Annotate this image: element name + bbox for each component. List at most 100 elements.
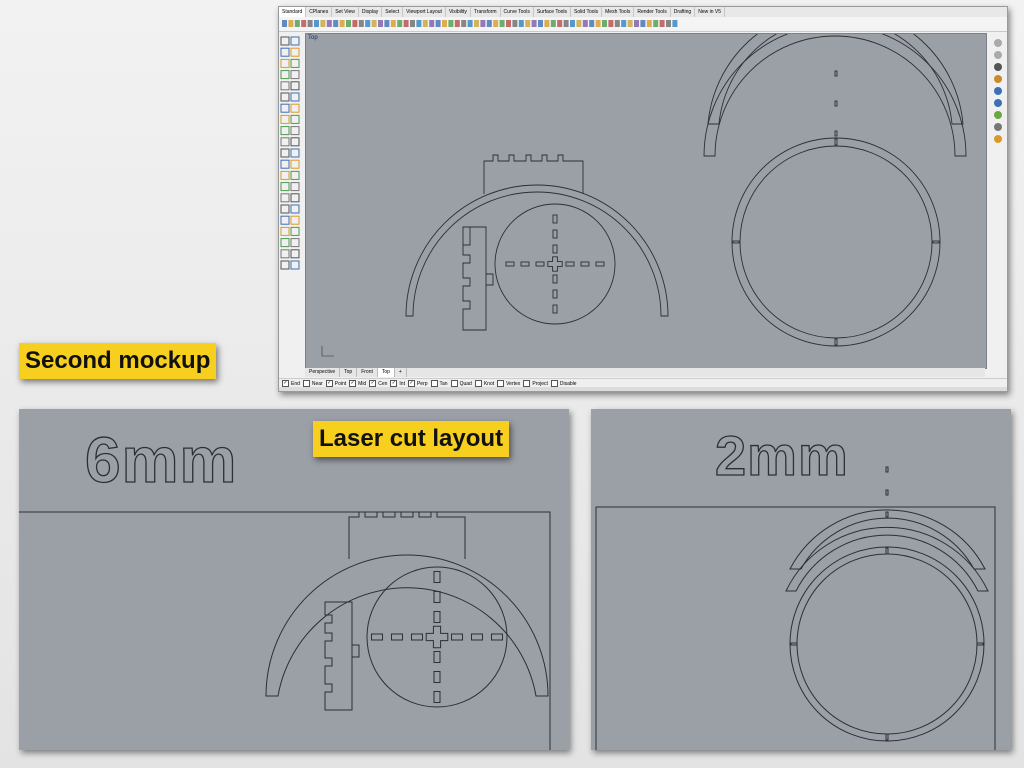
toolbar-tool-icon[interactable] (538, 20, 543, 27)
tab-top[interactable]: Top (340, 368, 358, 377)
toolbar-tool-icon[interactable] (640, 20, 646, 27)
left-tool-icon[interactable] (280, 159, 290, 169)
left-tool-icon[interactable] (280, 193, 290, 203)
left-tool-icon[interactable] (280, 204, 290, 214)
left-tool-icon[interactable] (290, 215, 300, 225)
tab-display[interactable]: Display (359, 7, 383, 17)
osnap-near[interactable]: Near (302, 380, 323, 387)
toolbar-tool-icon[interactable] (301, 20, 307, 27)
toolbar-tool-icon[interactable] (602, 20, 607, 27)
toolbar-tool-icon[interactable] (454, 20, 460, 27)
left-tool-icon[interactable] (290, 193, 300, 203)
left-tool-icon[interactable] (290, 159, 300, 169)
toolbar-tool-icon[interactable] (294, 20, 300, 27)
toolbar-tool-icon[interactable] (557, 20, 563, 27)
left-tool-icon[interactable] (280, 182, 290, 192)
toolbar-tool-icon[interactable] (570, 20, 575, 27)
toolbar-tool-icon[interactable] (410, 20, 415, 27)
toolbar-tool-icon[interactable] (512, 20, 518, 27)
toolbar-tool-icon[interactable] (352, 20, 358, 27)
toolbar-tool-icon[interactable] (480, 20, 486, 27)
left-tool-icon[interactable] (290, 114, 300, 124)
osnap-checkbox[interactable]: ✓ (407, 380, 415, 387)
left-tool-icon[interactable] (290, 137, 300, 147)
toolbar-tool-icon[interactable] (634, 20, 639, 27)
osnap-checkbox[interactable] (550, 380, 558, 387)
osnap-quad[interactable]: Quad (450, 380, 472, 387)
right-tool-icon[interactable] (994, 123, 1002, 131)
tab-perspective[interactable]: Perspective (305, 368, 341, 377)
osnap-checkbox[interactable]: ✓ (369, 380, 377, 387)
toolbar-tool-icon[interactable] (448, 20, 454, 27)
tab-transform[interactable]: Transform (471, 7, 501, 17)
left-tool-icon[interactable] (290, 126, 300, 136)
toolbar-tool-icon[interactable] (467, 20, 473, 27)
toolbar-tool-icon[interactable] (659, 20, 665, 27)
tab-cplanes[interactable]: CPlanes (306, 7, 333, 17)
tab-standard[interactable]: Standard (279, 7, 307, 17)
right-tool-icon[interactable] (994, 63, 1002, 71)
osnap-end[interactable]: ✓ End (282, 380, 300, 387)
toolbar-tool-icon[interactable] (461, 20, 467, 27)
left-tool-icon[interactable] (290, 58, 300, 68)
left-tool-icon[interactable] (280, 260, 290, 270)
osnap-cen[interactable]: ✓ Cen (369, 380, 387, 387)
toolbar-tool-icon[interactable] (621, 20, 627, 27)
osnap-checkbox[interactable] (430, 380, 438, 387)
osnap-project[interactable]: Project (523, 380, 548, 387)
left-tool-icon[interactable] (280, 70, 290, 80)
osnap-tan[interactable]: Tan (430, 380, 448, 387)
left-tool-icon[interactable] (290, 238, 300, 248)
osnap-checkbox[interactable] (474, 380, 482, 387)
toolbar-tool-icon[interactable] (582, 20, 588, 27)
toolbar-tool-icon[interactable] (614, 20, 620, 27)
left-tool-icon[interactable] (290, 148, 300, 158)
toolbar-tool-icon[interactable] (595, 20, 601, 27)
osnap-checkbox[interactable]: ✓ (390, 380, 398, 387)
left-tool-icon[interactable] (290, 226, 300, 236)
left-tool-icon[interactable] (280, 126, 290, 136)
toolbar-tool-icon[interactable] (378, 20, 383, 27)
right-tool-icon[interactable] (994, 87, 1002, 95)
toolbar-icons[interactable] (279, 17, 1007, 31)
right-tool-icon[interactable] (994, 99, 1002, 107)
left-tool-icon[interactable] (280, 249, 290, 259)
toolbar-tool-icon[interactable] (442, 20, 447, 27)
toolbar-tool-icon[interactable] (288, 20, 294, 27)
right-tool-icon[interactable] (994, 51, 1002, 59)
tab-visibility[interactable]: Visibility (446, 7, 471, 17)
toolbar-tool-icon[interactable] (666, 20, 671, 27)
osnap-checkbox[interactable] (497, 380, 505, 387)
left-tool-icon[interactable] (290, 36, 300, 46)
right-tool-icon[interactable] (994, 111, 1002, 119)
toolbar-tool-icon[interactable] (326, 20, 332, 27)
add-viewport-icon[interactable]: + (395, 368, 407, 377)
toolbar-tool-icon[interactable] (499, 20, 505, 27)
osnap-int[interactable]: ✓ Int (390, 380, 405, 387)
toolbar-tool-icon[interactable] (474, 20, 479, 27)
toolbar-tool-icon[interactable] (589, 20, 595, 27)
left-tool-icon[interactable] (280, 81, 290, 91)
left-tool-icon[interactable] (290, 92, 300, 102)
osnap-checkbox[interactable] (302, 380, 310, 387)
tab-viewport-layout[interactable]: Viewport Layout (403, 7, 446, 17)
tab-surface-tools[interactable]: Surface Tools (534, 7, 572, 17)
toolbar-tool-icon[interactable] (646, 20, 652, 27)
toolbar-tool-icon[interactable] (365, 20, 371, 27)
osnap-checkbox[interactable]: ✓ (325, 380, 333, 387)
toolbar-tool-icon[interactable] (486, 20, 492, 27)
osnap-mid[interactable]: ✓ Mid (349, 380, 366, 387)
left-tool-icon[interactable] (280, 36, 290, 46)
osnap-checkbox[interactable]: ✓ (282, 380, 289, 387)
left-tool-icon[interactable] (290, 182, 300, 192)
toolbar-tool-icon[interactable] (416, 20, 422, 27)
left-tool-icon[interactable] (280, 114, 290, 124)
osnap-point[interactable]: ✓ Point (325, 380, 346, 387)
left-tool-icon[interactable] (290, 47, 300, 57)
left-tool-icon[interactable] (280, 137, 290, 147)
right-tool-icon[interactable] (994, 39, 1002, 47)
left-tool-icon[interactable] (290, 81, 300, 91)
left-tool-icon[interactable] (290, 204, 300, 214)
left-tool-icon[interactable] (290, 70, 300, 80)
osnap-perp[interactable]: ✓ Perp (407, 380, 428, 387)
